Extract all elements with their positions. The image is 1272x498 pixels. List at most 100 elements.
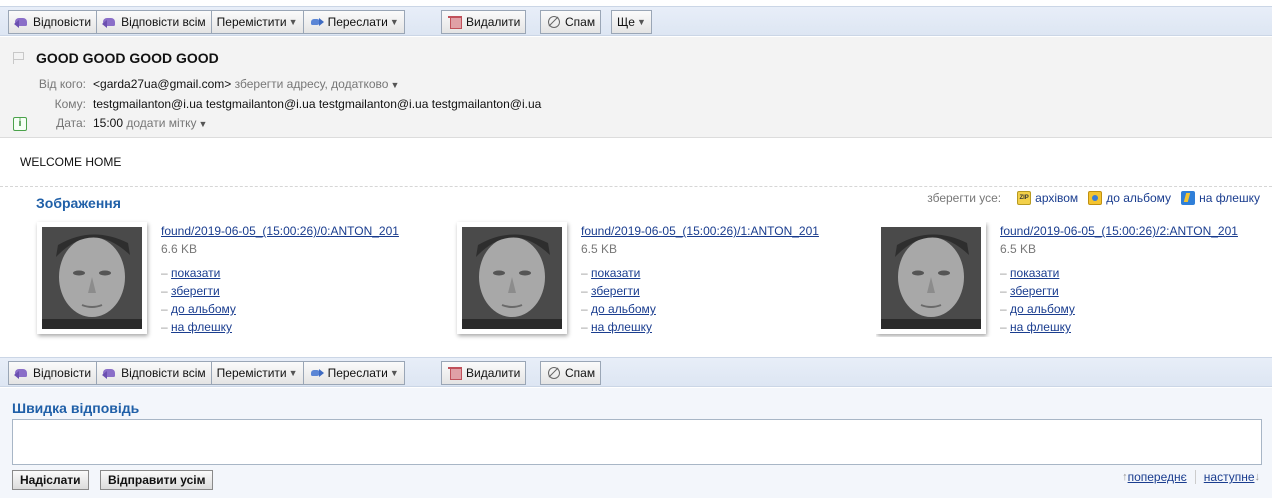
spam-icon [546,15,562,29]
to-flash-link[interactable]: на флешку [1010,320,1071,334]
spam-icon [546,366,562,380]
delete-button-group: Видалити [441,10,527,34]
face-photo-image [462,227,562,329]
reply-button-group: Відповісти Відповісти всім Перемістити ▼ … [8,10,405,34]
face-photo-image [42,227,142,329]
dash: – [161,320,168,334]
to-flash-link[interactable]: на флешку [171,320,232,334]
reply-icon [14,15,30,29]
forward-button[interactable]: Переслати ▼ [303,10,405,34]
attachment-item: found/2019-06-05_(15:00:26)/0:ANTON_201 … [37,222,447,337]
attachment-item: found/2019-06-05_(15:00:26)/1:ANTON_201 … [457,222,867,337]
trash-icon [447,15,463,29]
show-link[interactable]: показати [171,266,220,280]
chevron-down-icon: ▼ [288,368,298,378]
reply-all-label: Відповісти всім [121,15,206,29]
arrow-down-icon: ↓ [1254,471,1261,483]
attachment-thumbnail[interactable] [457,222,567,334]
reply-button-group: Відповісти Відповісти всім Перемістити ▼ … [8,361,405,385]
action-row: – показати [581,264,656,282]
chevron-down-icon: ▼ [636,17,646,27]
delete-button[interactable]: Видалити [441,10,527,34]
action-row: – зберегти [161,282,236,300]
move-button[interactable]: Перемістити ▼ [211,10,304,34]
from-email-link[interactable]: garda27ua@gmail.com [100,77,224,91]
action-row: – показати [161,264,236,282]
previous-message-link[interactable]: попереднє [1128,470,1187,484]
attachment-name-link[interactable]: found/2019-06-05_(15:00:26)/1:ANTON_201 [581,224,819,238]
dash: – [1000,302,1007,316]
face-photo-image [881,227,981,329]
show-link[interactable]: показати [591,266,640,280]
action-row: – зберегти [581,282,656,300]
more-details-link[interactable]: додатково [331,77,388,91]
more-button[interactable]: Ще ▼ [611,10,652,34]
save-flash-link[interactable]: на флешку [1199,191,1260,205]
album-icon [1088,191,1103,205]
chevron-down-icon: ▼ [198,119,208,129]
chevron-down-icon: ▼ [390,80,400,90]
send-button[interactable]: Надіслати [12,470,89,490]
trash-icon [447,366,463,380]
save-link[interactable]: зберегти [591,284,640,298]
from-suffix: > [224,77,232,91]
dash: – [581,302,588,316]
next-message-link[interactable]: наступне [1204,470,1255,484]
chevron-down-icon: ▼ [288,17,298,27]
spam-button-group: Спам [540,361,602,385]
reply-button[interactable]: Відповісти [8,10,98,34]
forward-button[interactable]: Переслати ▼ [303,361,405,385]
attachments-title: Зображення [36,195,121,211]
action-row: – на флешку [1000,318,1075,336]
spam-label: Спам [565,15,596,29]
dash: – [581,284,588,298]
save-archive-item[interactable]: ZIP архівом [1017,191,1078,205]
save-address-link[interactable]: зберегти адресу [235,77,325,91]
to-flash-link[interactable]: на флешку [591,320,652,334]
quick-reply-title: Швидка відповідь [12,400,140,416]
delete-button-group: Видалити [441,361,527,385]
forward-label: Переслати [327,366,388,380]
attachment-thumbnail[interactable] [37,222,147,334]
show-link[interactable]: показати [1010,266,1059,280]
save-album-link[interactable]: до альбому [1106,191,1171,205]
dash: – [1000,266,1007,280]
save-archive-link[interactable]: архівом [1035,191,1078,205]
reply-all-label: Відповісти всім [121,366,206,380]
pager-divider [1194,470,1196,484]
message-pager: ↑ попереднє наступне ↓ [1122,470,1260,484]
reply-all-button[interactable]: Відповісти всім [97,10,212,34]
quick-reply-textarea[interactable] [12,419,1262,465]
chevron-down-icon: ▼ [389,17,399,27]
save-link[interactable]: зберегти [171,284,220,298]
attachment-actions: – показати – зберегти – до альбому – на … [161,264,236,336]
attachment-name-link[interactable]: found/2019-06-05_(15:00:26)/2:ANTON_201 [1000,224,1238,238]
date-label: Дата: [56,116,86,130]
to-album-link[interactable]: до альбому [1010,302,1075,316]
send-all-button[interactable]: Відправити усім [100,470,214,490]
attachment-thumbnail[interactable] [876,222,986,334]
flag-icon[interactable] [13,52,25,64]
save-album-item[interactable]: до альбому [1088,191,1171,205]
spam-button[interactable]: Спам [540,10,602,34]
attachment-name-link[interactable]: found/2019-06-05_(15:00:26)/0:ANTON_201 [161,224,399,238]
move-button[interactable]: Перемістити ▼ [211,361,304,385]
quick-reply-panel: Швидка відповідь Надіслати Відправити ус… [0,388,1272,498]
reply-button[interactable]: Відповісти [8,361,98,385]
action-row: – до альбому [581,300,656,318]
save-link[interactable]: зберегти [1010,284,1059,298]
forward-label: Переслати [327,15,388,29]
save-all-bar: зберегти усе: ZIP архівом до альбому на ф… [927,191,1260,205]
save-flash-item[interactable]: на флешку [1181,191,1260,205]
reply-all-button[interactable]: Відповісти всім [97,361,212,385]
delete-button[interactable]: Видалити [441,361,527,385]
spam-button[interactable]: Спам [540,361,602,385]
to-album-link[interactable]: до альбому [171,302,236,316]
add-label-link[interactable]: додати мітку [126,116,196,130]
from-prefix: < [93,77,101,91]
date-time: 15:00 [93,116,124,130]
to-album-link[interactable]: до альбому [591,302,656,316]
save-all-label: зберегти усе: [927,191,1002,205]
reply-all-icon [102,366,118,380]
attachment-actions: – показати – зберегти – до альбому – на … [581,264,656,336]
